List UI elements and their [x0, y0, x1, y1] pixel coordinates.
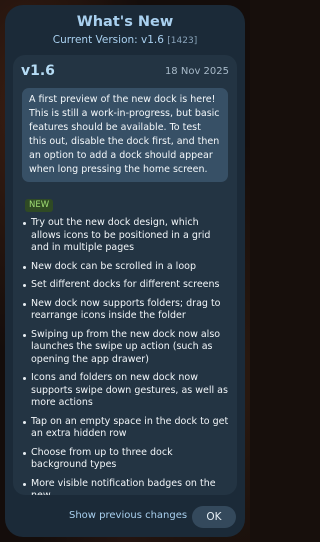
show-previous-changes-button[interactable]: Show previous changes	[69, 510, 187, 521]
list-item: Choose from up to three dock background …	[23, 447, 231, 472]
list-item: Icons and folders on new dock now suppor…	[23, 372, 231, 410]
current-version: Current Version: v1.6 [1423]	[5, 34, 245, 48]
change-list: Try out the new dock design, which allow…	[23, 217, 231, 495]
release-date: 18 Nov 2025	[164, 66, 229, 77]
list-item: New dock can be scrolled in a loop	[23, 261, 231, 274]
dialog-footer: Show previous changes OK	[5, 503, 245, 531]
build-number: [1423]	[167, 36, 198, 46]
list-item: Swiping up from the new dock now also la…	[23, 329, 231, 367]
changelog-panel[interactable]: v1.6 18 Nov 2025 A first preview of the …	[13, 55, 237, 495]
list-item: Try out the new dock design, which allow…	[23, 217, 231, 255]
dialog-header: What's New Current Version: v1.6 [1423]	[5, 13, 245, 48]
release-version: v1.6	[21, 63, 55, 79]
whats-new-dialog: What's New Current Version: v1.6 [1423] …	[5, 5, 245, 537]
new-badge: NEW	[25, 199, 54, 212]
ok-button[interactable]: OK	[192, 506, 236, 528]
release-header: v1.6 18 Nov 2025	[13, 63, 237, 81]
release-intro: A first preview of the new dock is here!…	[22, 88, 228, 182]
list-item: Set different docks for different screen…	[23, 279, 231, 292]
list-item: Tap on an empty space in the dock to get…	[23, 416, 231, 441]
list-item: More visible notification badges on the …	[23, 478, 231, 495]
list-item: New dock now supports folders; drag to r…	[23, 298, 231, 323]
dialog-title: What's New	[76, 14, 174, 30]
current-version-label: Current Version: v1.6	[52, 34, 164, 46]
